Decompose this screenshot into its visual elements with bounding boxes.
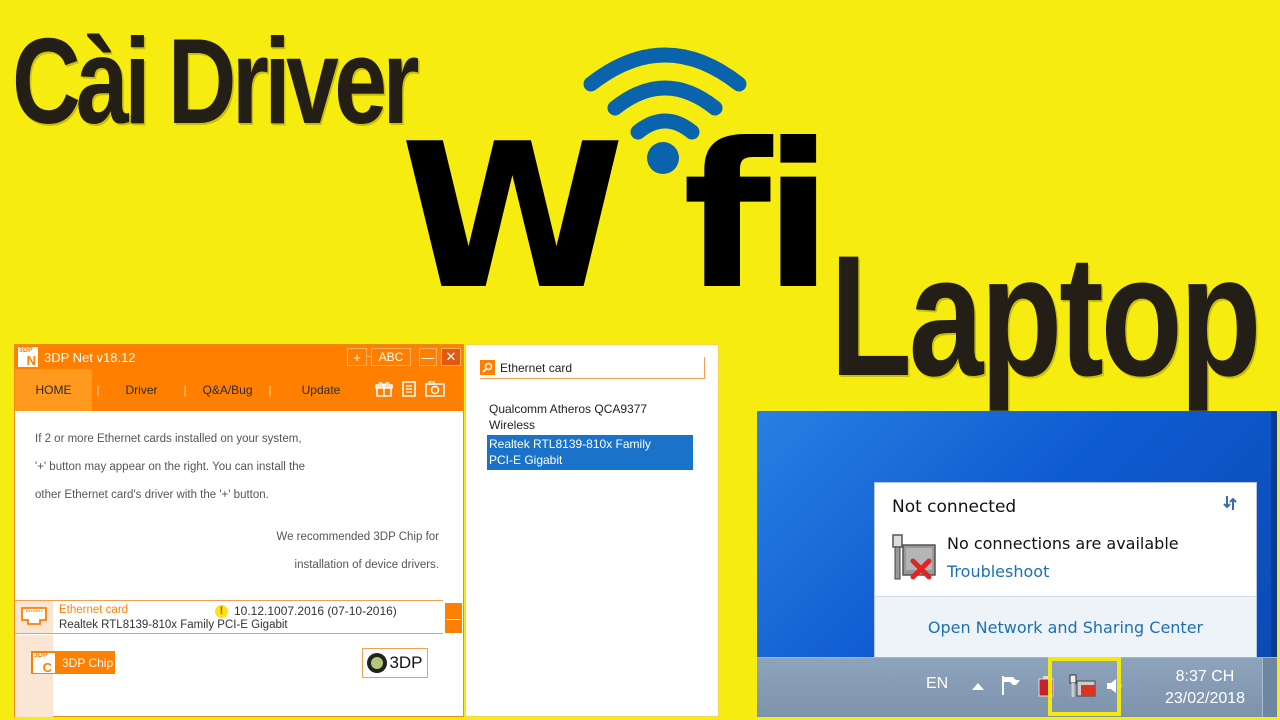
nav-icon-group [375, 381, 445, 397]
3dp-chip-button[interactable]: 3DP C 3DP Chip [31, 651, 115, 675]
3dp-brand-label: 3DP [389, 653, 423, 672]
device-name-line: Wireless [489, 418, 536, 432]
info-line: If 2 or more Ethernet cards installed on… [35, 433, 302, 445]
wifi-arc-outer [583, 47, 747, 92]
title-cai-driver: Cài Driver [12, 13, 419, 149]
recommend-line: installation of device drivers. [294, 559, 439, 571]
clock-time: 8:37 CH [1175, 668, 1235, 685]
language-button[interactable]: ABC [371, 348, 411, 366]
nav-separator: | [268, 383, 272, 397]
taskbar: EN 8:37 CH 23/02/2018 [757, 657, 1277, 717]
flyout-footer: Open Network and Sharing Center [875, 596, 1256, 658]
3dp-mascot-icon [367, 653, 388, 673]
3dp-chip-label: 3DP Chip [62, 655, 114, 670]
ethernet-port-icon [15, 601, 53, 633]
list-icon[interactable] [402, 381, 416, 397]
title-laptop: Laptop [830, 220, 1261, 412]
network-disconnected-icon [892, 534, 936, 580]
device-list-item-selected[interactable]: Realtek RTL8139-810x Family PCI-E Gigabi… [487, 435, 693, 470]
clock-date: 23/02/2018 [1164, 690, 1246, 707]
tab-update[interactable]: Update [276, 369, 366, 411]
3dp-brand-button[interactable]: 3DP [362, 648, 428, 678]
app-window-3dp-net: 3DP N 3DP Net v18.12 + ABC — ✕ HOME | Dr… [14, 344, 464, 717]
windows-desktop-panel: Not connected No connections are availab… [757, 411, 1277, 717]
add-button[interactable]: + [347, 348, 367, 366]
tab-driver[interactable]: Driver [104, 369, 179, 411]
language-indicator[interactable]: EN [926, 675, 948, 693]
troubleshoot-link[interactable]: Troubleshoot [947, 562, 1049, 581]
title-wifi: Wıfi [400, 101, 833, 334]
network-flyout: Not connected No connections are availab… [874, 482, 1257, 658]
app-nav: HOME | Driver | Q&A/Bug | Update [15, 369, 463, 411]
refresh-icon[interactable] [1220, 493, 1240, 513]
chip-logo-small: 3DP [34, 651, 48, 659]
3dp-chip-logo-icon: 3DP C [33, 651, 55, 675]
device-search-value: Ethernet card [500, 360, 573, 375]
system-clock[interactable]: 8:37 CH 23/02/2018 [1155, 666, 1255, 710]
app-titlebar: 3DP N 3DP Net v18.12 + ABC — ✕ [15, 345, 463, 369]
driver-version-text: 10.12.1007.2016 (07-10-2016) [234, 604, 397, 618]
device-list-panel: Ethernet card Qualcomm Atheros QCA9377 W… [465, 344, 719, 717]
device-list: Qualcomm Atheros QCA9377 Wireless Realte… [487, 401, 693, 470]
minimize-button[interactable]: — [419, 348, 437, 366]
camera-icon[interactable] [425, 381, 445, 397]
device-search-input[interactable]: Ethernet card [480, 357, 705, 379]
show-hidden-icons-button[interactable] [972, 683, 984, 690]
close-button[interactable]: ✕ [441, 348, 461, 366]
logo-big-text: N [26, 353, 36, 368]
recommend-line: We recommended 3DP Chip for [276, 531, 439, 543]
nav-separator: | [183, 383, 187, 397]
info-line: other Ethernet card's driver with the '+… [35, 489, 269, 501]
tab-qa-bug[interactable]: Q&A/Bug [191, 369, 264, 411]
left-strip [15, 635, 53, 717]
driver-version: ! 10.12.1007.2016 (07-10-2016) [215, 604, 397, 618]
device-name-line: Qualcomm Atheros QCA9377 [489, 402, 648, 416]
app-title: 3DP Net v18.12 [44, 349, 136, 365]
show-desktop-button[interactable] [1262, 658, 1277, 717]
gift-icon[interactable] [375, 381, 393, 397]
app-logo-icon: 3DP N [18, 347, 38, 368]
nav-separator: | [96, 383, 100, 397]
search-icon [480, 360, 495, 375]
info-text-block: If 2 or more Ethernet cards installed on… [15, 411, 463, 585]
device-list-item[interactable]: Qualcomm Atheros QCA9377 Wireless [487, 401, 693, 435]
device-name-line: PCI-E Gigabit [489, 453, 563, 467]
ethernet-model: Realtek RTL8139-810x Family PCI-E Gigabi… [59, 619, 288, 631]
tray-highlight-box [1048, 657, 1121, 716]
ethernet-driver-row[interactable]: Ethernet card Realtek RTL8139-810x Famil… [15, 600, 443, 634]
info-line: '+' button may appear on the right. You … [35, 461, 306, 473]
device-name-line: Realtek RTL8139-810x Family [489, 437, 651, 451]
connection-status: Not connected [892, 497, 1017, 517]
tab-home[interactable]: HOME [15, 369, 92, 411]
open-network-center-link[interactable]: Open Network and Sharing Center [928, 618, 1203, 637]
chip-logo-big: C [42, 659, 52, 675]
no-connections-message: No connections are available [947, 534, 1179, 553]
warning-icon: ! [215, 604, 228, 618]
action-center-flag-icon[interactable] [1000, 674, 1022, 696]
collapse-button[interactable]: — [445, 603, 462, 633]
